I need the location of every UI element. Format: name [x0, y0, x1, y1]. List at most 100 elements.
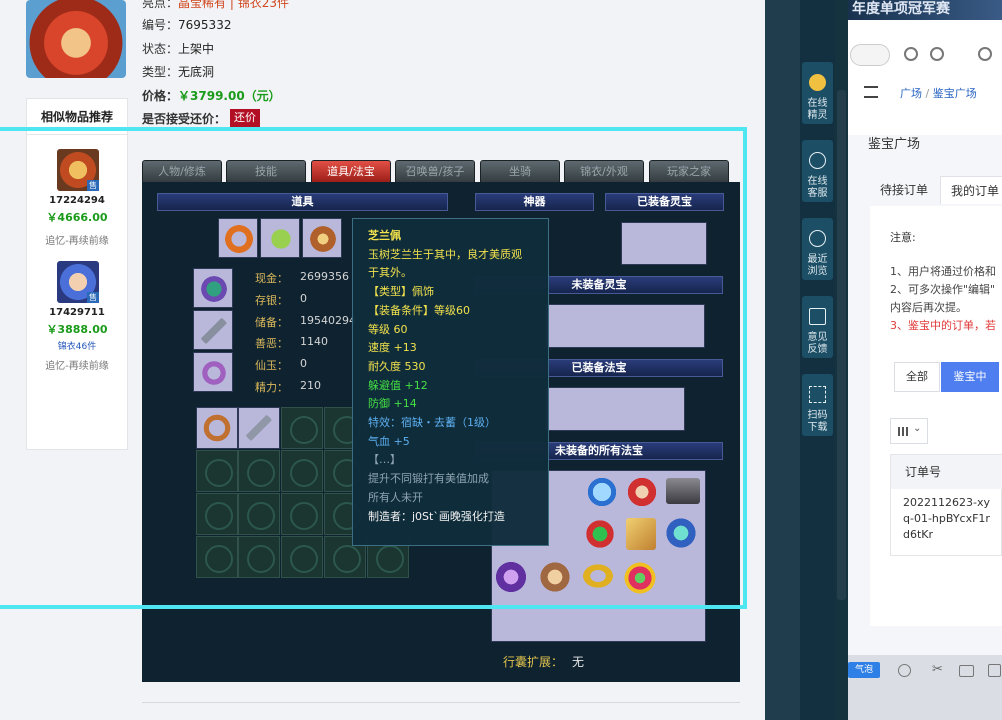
stat-value: 1140 — [300, 335, 328, 348]
equip-slot[interactable] — [218, 218, 258, 258]
scroll-icon[interactable] — [626, 518, 656, 550]
page-gutter — [765, 0, 800, 720]
settings-icon[interactable] — [978, 47, 992, 61]
stat-label: 善恶： — [255, 337, 288, 350]
character-avatar — [26, 0, 126, 78]
chest-icon[interactable] — [666, 478, 700, 504]
bag-slot[interactable] — [238, 536, 280, 578]
scrollbar-thumb[interactable] — [837, 90, 846, 600]
orb-icon[interactable] — [664, 516, 698, 550]
tooltip-effect: 特效：宿缺・去蓄（1级） — [368, 416, 496, 430]
flower-icon[interactable] — [622, 560, 658, 596]
note-warning: 3、鉴宝中的订单，若 — [890, 319, 996, 332]
bag-slot[interactable] — [281, 493, 323, 535]
toggle-pill[interactable] — [850, 44, 890, 66]
note-line: 内容后再次提。 — [890, 301, 967, 314]
divider — [142, 702, 740, 703]
share-icon[interactable] — [904, 47, 918, 61]
tab-outfits[interactable]: 锦衣/外观 — [564, 160, 644, 182]
equip-slot[interactable] — [193, 352, 233, 392]
tab-character[interactable]: 人物/修炼 — [142, 160, 222, 182]
tooltip-bonus: 提升不同锻打有美值加成 — [368, 472, 489, 486]
stat-label: 现金： — [255, 272, 288, 285]
mask-icon[interactable] — [584, 518, 616, 550]
globe-icon[interactable] — [930, 47, 944, 61]
bangle-icon[interactable] — [580, 562, 616, 590]
note-title: 注意: — [890, 231, 916, 244]
equip-slot[interactable] — [260, 218, 300, 258]
similar-avatar[interactable]: 售 — [57, 261, 99, 303]
tab-items[interactable]: 道具/法宝 — [311, 160, 391, 182]
bag-slot[interactable] — [281, 407, 323, 449]
stat-label: 精力： — [255, 381, 288, 394]
page-title: 鉴宝广场 — [868, 137, 921, 152]
type-row: 类型：无底洞 — [142, 65, 215, 79]
game-tabs: 人物/修炼 技能 道具/法宝 召唤兽/孩子 坐骑 锦衣/外观 玩家之家 — [142, 160, 740, 182]
sidebar-item-feedback[interactable]: 意见 反馈 — [802, 296, 833, 358]
bag-slot[interactable] — [238, 450, 280, 492]
filter-all[interactable]: 全部 — [894, 362, 940, 392]
tab-mounts[interactable]: 坐骑 — [480, 160, 560, 182]
stat-value: 210 — [300, 379, 321, 392]
tooltip-gem: 【…】 — [368, 453, 401, 467]
equip-slot[interactable] — [193, 310, 233, 350]
filter-active[interactable]: 鉴宝中 — [941, 362, 999, 392]
bag-slot[interactable] — [281, 450, 323, 492]
similar-avatar[interactable]: 售 — [57, 149, 99, 191]
id-row: 编号：7695332 — [142, 18, 232, 32]
grid-view-toggle[interactable]: ⌄ — [890, 418, 928, 444]
equip-slot[interactable] — [193, 268, 233, 308]
bag-slot[interactable] — [196, 450, 238, 492]
sidebar-item-download[interactable]: 扫码 下载 — [802, 374, 833, 436]
ring-icon — [224, 224, 254, 254]
tab-home[interactable]: 玩家之家 — [649, 160, 729, 182]
bag-slot[interactable] — [196, 493, 238, 535]
edit-icon — [809, 308, 826, 325]
treasure-equipped-slots[interactable] — [545, 387, 685, 431]
price-value: ￥3799.00（元） — [178, 89, 281, 103]
items-header: 道具 — [157, 193, 448, 211]
bag-slot[interactable] — [196, 536, 238, 578]
tab-skills[interactable]: 技能 — [226, 160, 306, 182]
stat-value: 0 — [300, 292, 307, 305]
sidebar-item-sprite[interactable]: 在线 精灵 — [802, 62, 833, 124]
spirit-unequipped-slots[interactable] — [545, 304, 705, 348]
stat-label: 存银： — [255, 294, 288, 307]
bag-slot[interactable] — [238, 407, 280, 449]
similar-id[interactable]: 17224294 — [27, 195, 127, 206]
figure-icon[interactable] — [538, 560, 572, 594]
tooltip-stat: 气血 +5 — [368, 434, 410, 448]
haggle-button[interactable]: 还价 — [230, 109, 260, 127]
tab-pending[interactable]: 待接订单 — [870, 176, 938, 204]
image-icon[interactable] — [959, 665, 974, 677]
headset-icon — [809, 152, 826, 169]
bag-slot[interactable] — [196, 407, 238, 449]
doll-icon[interactable] — [626, 476, 658, 508]
folder-icon[interactable] — [988, 664, 1001, 677]
bag-slot[interactable] — [281, 536, 323, 578]
bag-slot[interactable] — [238, 493, 280, 535]
amulet-icon — [308, 224, 338, 254]
sidebar-item-recent[interactable]: 最近 浏览 — [802, 218, 833, 280]
right-banner: 年度单项冠军赛 — [848, 0, 1002, 20]
pouch-icon[interactable] — [494, 560, 528, 594]
tab-pets[interactable]: 召唤兽/孩子 — [395, 160, 475, 182]
axe-icon — [244, 413, 274, 443]
stat-label: 储备： — [255, 316, 288, 329]
order-table: 订单号 2022112623-xyq-01-hpBYcxF1rd6tKr — [890, 454, 1002, 556]
tab-mine[interactable]: 我的订单 — [940, 176, 1002, 204]
sidebar-item-service[interactable]: 在线 客服 — [802, 140, 833, 202]
equip-slot[interactable] — [302, 218, 342, 258]
help-icon[interactable] — [898, 664, 911, 677]
tooltip-durability: 耐久度 530 — [368, 359, 426, 373]
similar-id[interactable]: 17429711 — [27, 307, 127, 318]
bubble-button[interactable]: 气泡 — [848, 662, 880, 678]
scissors-icon[interactable]: ✂ — [932, 662, 943, 677]
sprite-icon — [809, 74, 826, 91]
spirit-equipped-slots[interactable] — [621, 222, 707, 265]
ring-icon — [202, 413, 232, 443]
belt-icon — [199, 358, 229, 388]
haggle-row: 是否接受还价： — [142, 112, 227, 126]
crystal-icon[interactable] — [586, 476, 618, 508]
order-id[interactable]: 2022112623-xyq-01-hpBYcxF1rd6tKr — [903, 495, 993, 543]
